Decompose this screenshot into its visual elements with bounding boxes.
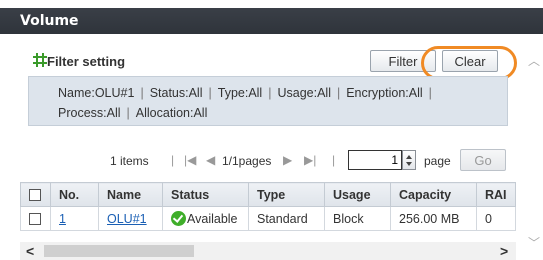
prev-page-icon[interactable]: ◀ (206, 153, 215, 167)
criteria-status: Status:All (149, 86, 203, 100)
window-titlebar: Volume (0, 0, 543, 36)
filter-heading: Filter setting (47, 54, 126, 69)
column-header[interactable]: Name (98, 182, 163, 207)
scroll-down-icon[interactable]: ﹀ (528, 234, 540, 251)
go-button[interactable]: Go (460, 149, 506, 171)
filter-grid-icon (33, 53, 47, 67)
row-name-link[interactable]: OLU#1 (107, 212, 147, 226)
scroll-up-icon[interactable]: ︿ (528, 52, 540, 69)
cell-no: 1 (50, 206, 99, 231)
pager-divider: | (332, 153, 336, 167)
criteria-process: Process:All (58, 106, 121, 120)
row-checkbox[interactable] (29, 213, 41, 226)
filter-criteria: Name:OLU#1 | Status:All | Type:All | Usage:All… (28, 76, 508, 126)
row-no-link[interactable]: 1 (59, 212, 66, 226)
page-label: page (424, 154, 451, 168)
page-count: 1/1pages (222, 154, 272, 168)
scroll-right-icon[interactable]: > (500, 243, 508, 259)
pager-divider: | (171, 153, 175, 167)
page-number-input[interactable] (348, 150, 402, 170)
column-header[interactable]: Type (248, 182, 325, 207)
cell-name: OLU#1 (98, 206, 163, 231)
criteria-allocation: Allocation:All (135, 106, 208, 120)
select-all-checkbox[interactable] (29, 189, 41, 202)
pager: 1 items | |◀ ◀ 1/1pages ▶ ▶| | page Go (28, 148, 508, 172)
clear-button[interactable]: Clear (442, 50, 498, 72)
next-page-icon[interactable]: ▶ (283, 153, 292, 167)
criteria-usage: Usage:All (277, 86, 331, 100)
item-count: 1 items (110, 154, 149, 168)
row-select-cell (20, 206, 51, 231)
scroll-left-icon[interactable]: < (26, 243, 34, 259)
column-header[interactable]: Usage (324, 182, 391, 207)
cell-usage: Block (324, 206, 391, 231)
last-page-icon[interactable]: ▶| (304, 153, 316, 167)
table-row: 1 OLU#1 Available Standard Block 256.00 … (20, 206, 516, 231)
column-header[interactable]: Status (162, 182, 249, 207)
spin-up-icon[interactable] (406, 155, 412, 159)
first-page-icon[interactable]: |◀ (184, 153, 196, 167)
column-header[interactable]: RAI (476, 182, 516, 207)
filter-button[interactable]: Filter (370, 50, 436, 72)
filter-header: Filter setting Filter Clear (28, 46, 517, 80)
cell-raid: 0 (476, 206, 516, 231)
window-title: Volume (20, 13, 79, 29)
vertical-scrollbar[interactable]: ︿ ﹀ (524, 38, 543, 260)
criteria-type: Type:All (217, 86, 263, 100)
check-circle-icon (171, 211, 186, 226)
volume-table: No. Name Status Type Usage Capacity RAI … (20, 182, 516, 231)
cell-status: Available (162, 206, 249, 231)
cell-type: Standard (248, 206, 325, 231)
criteria-encryption: Encryption:All (346, 86, 423, 100)
volume-panel: Filter setting Filter Clear Name:OLU#1 | S… (20, 38, 517, 260)
criteria-name: Name:OLU#1 (58, 86, 135, 100)
select-all-cell (20, 182, 51, 207)
cell-capacity: 256.00 MB (390, 206, 477, 231)
row-status: Available (187, 212, 238, 226)
scroll-thumb[interactable] (44, 245, 194, 257)
horizontal-scrollbar[interactable]: < > (20, 242, 516, 260)
spin-down-icon[interactable] (406, 162, 412, 166)
column-header[interactable]: No. (50, 182, 99, 207)
page-spinner[interactable] (402, 150, 416, 170)
column-header[interactable]: Capacity (390, 182, 477, 207)
table-header-row: No. Name Status Type Usage Capacity RAI (20, 182, 516, 207)
